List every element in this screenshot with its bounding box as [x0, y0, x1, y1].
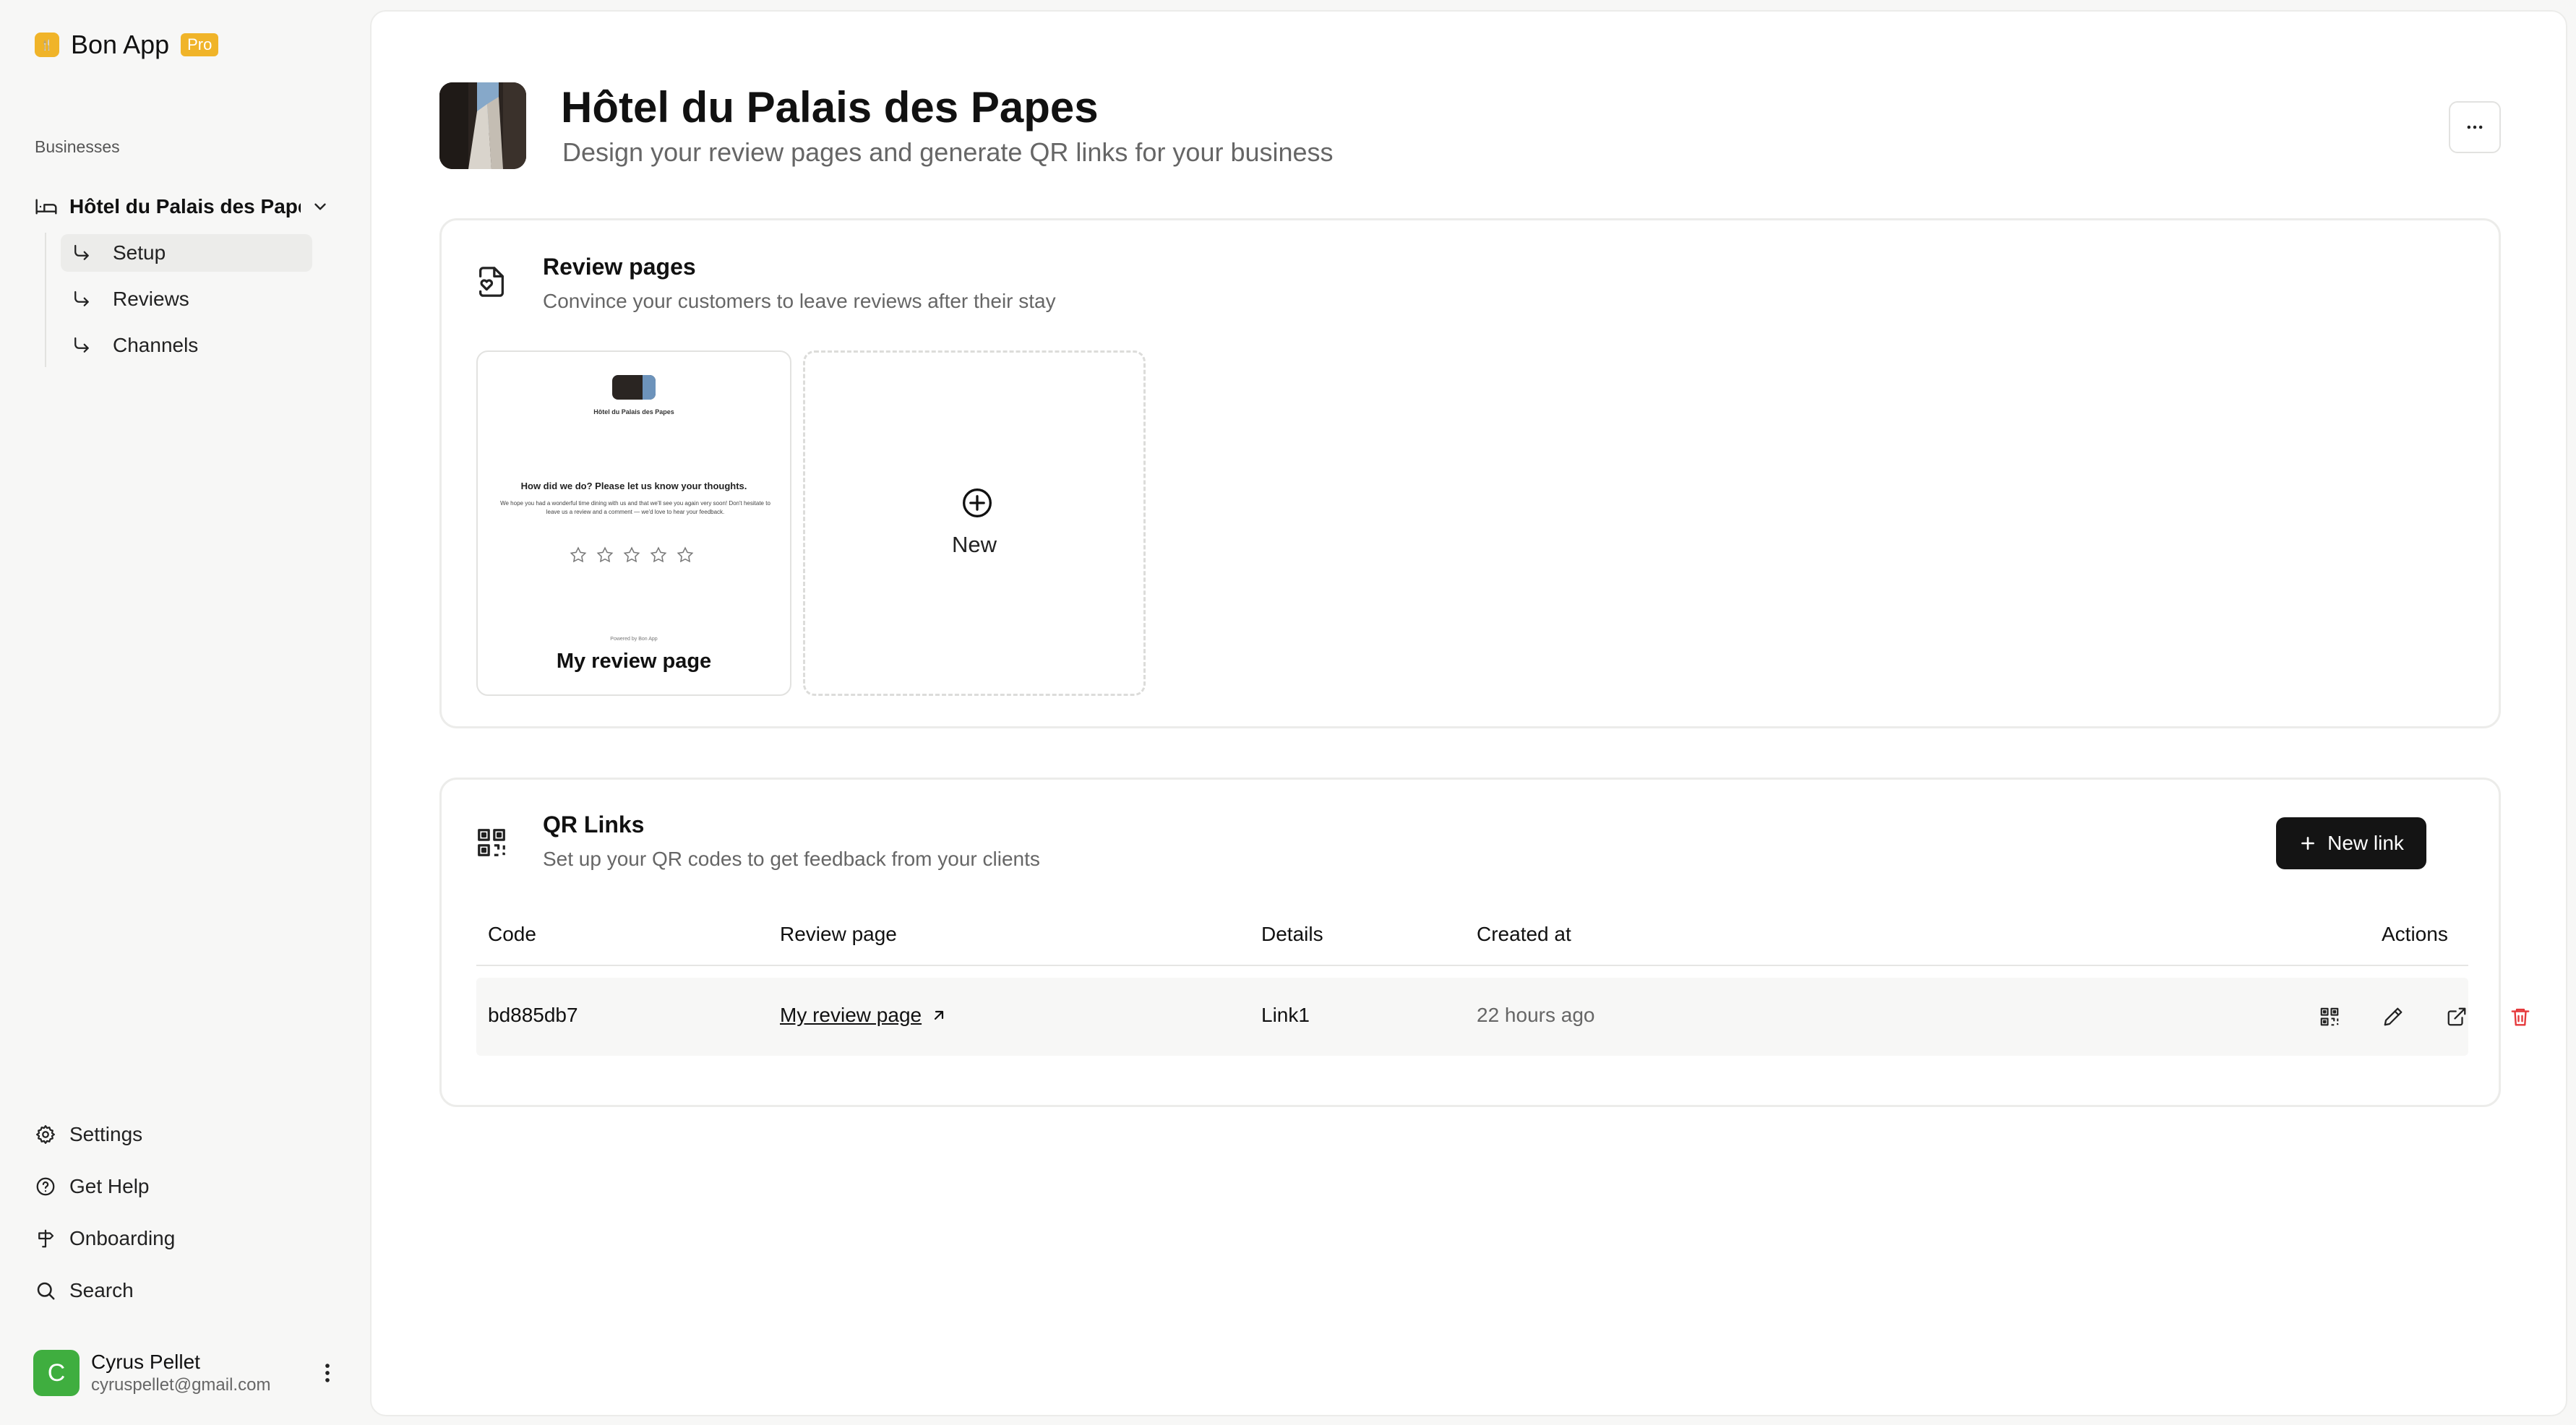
preview-business-name: Hôtel du Palais des Papes — [593, 408, 674, 416]
kebab-menu-icon[interactable] — [315, 1361, 340, 1385]
preview-star-rating — [569, 546, 703, 564]
cell-details: Link1 — [1261, 1004, 1310, 1026]
new-review-page-label: New — [951, 532, 997, 557]
review-pages-title: Review pages — [543, 254, 696, 280]
more-horizontal-icon — [2467, 125, 2483, 129]
more-options-button[interactable] — [2449, 101, 2501, 153]
column-header-code: Code — [488, 923, 536, 945]
sidebar-item-label: Search — [69, 1279, 134, 1301]
review-pages-description: Convince your customers to leave reviews… — [543, 290, 1056, 312]
search-icon — [37, 1282, 55, 1300]
sidebar-item-label: Reviews — [113, 288, 189, 310]
column-header-review-page: Review page — [780, 923, 897, 945]
tree-line — [45, 233, 46, 367]
star-icon — [570, 546, 587, 563]
cell-created-at: 22 hours ago — [1477, 1004, 1595, 1026]
preview-footer: Powered by Bon App — [610, 637, 658, 642]
sidebar-item-get-help[interactable]: Get Help — [35, 1171, 338, 1202]
app-name: Bon App — [71, 30, 170, 59]
preview-business-image — [612, 375, 656, 400]
cell-code: bd885db7 — [488, 1004, 578, 1026]
qr-links-description: Set up your QR codes to get feedback fro… — [543, 848, 1040, 870]
page-subtitle: Design your review pages and generate QR… — [562, 137, 1334, 167]
preview-question: How did we do? Please let us know your t… — [520, 481, 747, 491]
business-name: Hôtel du Palais des Papes — [69, 195, 301, 218]
avatar: C — [33, 1350, 80, 1396]
trash-icon — [2511, 1008, 2530, 1026]
review-pages-card: Review pages Convince your customers to … — [439, 218, 2501, 728]
business-selector[interactable]: Hôtel du Palais des Papes — [35, 191, 338, 223]
gear-icon — [36, 1125, 55, 1144]
star-icon — [623, 546, 640, 563]
page-title: Hôtel du Palais des Papes — [561, 83, 1099, 132]
arrow-sub-icon — [74, 337, 89, 353]
review-page-label: My review page — [556, 650, 712, 673]
table-header-divider — [476, 965, 2468, 966]
star-icon — [650, 546, 667, 563]
qr-links-title: QR Links — [543, 811, 645, 838]
review-page-card[interactable]: Hôtel du Palais des Papes How did we do?… — [476, 350, 791, 696]
sidebar-item-search[interactable]: Search — [35, 1275, 338, 1306]
column-header-created-at: Created at — [1477, 923, 1571, 945]
pro-badge: Pro — [181, 33, 219, 56]
qr-links-card: QR Links Set up your QR codes to get fee… — [439, 778, 2530, 1107]
new-link-label: New link — [2327, 832, 2404, 854]
sidebar-item-label: Onboarding — [69, 1227, 176, 1249]
user-profile[interactable]: C Cyrus Pellet cyruspellet@gmail.com — [33, 1348, 344, 1398]
new-review-page-button[interactable]: New — [803, 350, 1146, 696]
sidebar-item-onboarding[interactable]: Onboarding — [35, 1223, 338, 1254]
plus-circle-icon — [963, 488, 992, 517]
open-link-button[interactable] — [2444, 1004, 2470, 1030]
file-heart-icon — [479, 267, 504, 297]
qr-code-icon — [478, 829, 505, 856]
user-email: cyruspellet@gmail.com — [91, 1375, 271, 1395]
preview-body: We hope you had a wonderful time dining … — [500, 500, 770, 515]
sidebar-item-settings[interactable]: Settings — [35, 1119, 338, 1150]
sidebar-item-label: Settings — [69, 1123, 143, 1145]
review-page-link-text[interactable]: My review page — [780, 1004, 922, 1027]
user-name: Cyrus Pellet — [91, 1351, 200, 1373]
sidebar-item-channels[interactable]: Channels — [61, 327, 312, 364]
sidebar-item-label: Setup — [113, 241, 166, 264]
arrow-sub-icon — [74, 244, 89, 260]
chevron-down-icon[interactable] — [311, 197, 330, 216]
sidebar-item-label: Channels — [113, 334, 199, 356]
business-image — [439, 82, 526, 169]
column-header-actions: Actions — [2382, 923, 2448, 945]
app-logo-icon: 🍴 — [35, 33, 59, 57]
signpost-icon — [38, 1229, 54, 1248]
external-link-icon — [2447, 1007, 2466, 1026]
cell-review-page-link[interactable]: My review page — [780, 1004, 948, 1027]
arrow-sub-icon — [74, 290, 89, 306]
pencil-icon — [2384, 1007, 2403, 1026]
edit-link-button[interactable] — [2380, 1004, 2406, 1030]
brand[interactable]: 🍴 Bon App Pro — [35, 29, 219, 61]
arrow-up-right-icon — [934, 1010, 944, 1020]
new-link-button[interactable]: New link — [2276, 817, 2426, 869]
sidebar-item-reviews[interactable]: Reviews — [61, 280, 312, 318]
star-icon — [596, 546, 614, 563]
bed-icon — [35, 199, 57, 215]
help-circle-icon — [36, 1177, 55, 1196]
qr-code-icon — [2320, 1007, 2339, 1026]
column-header-details: Details — [1261, 923, 1323, 945]
sidebar-item-label: Get Help — [69, 1175, 150, 1197]
main-panel: Hôtel du Palais des Papes Design your re… — [370, 10, 2567, 1416]
plus-icon — [2301, 837, 2314, 850]
sidebar-item-setup[interactable]: Setup — [61, 234, 312, 272]
businesses-section-label: Businesses — [35, 137, 120, 156]
sidebar: 🍴 Bon App Pro Businesses Hôtel du Palais… — [0, 0, 369, 1425]
show-qr-button[interactable] — [2317, 1004, 2343, 1030]
table-row: bd885db7 My review page Link1 22 hours a… — [476, 978, 2530, 1056]
delete-link-button[interactable] — [2507, 1004, 2533, 1030]
star-icon — [677, 546, 694, 563]
